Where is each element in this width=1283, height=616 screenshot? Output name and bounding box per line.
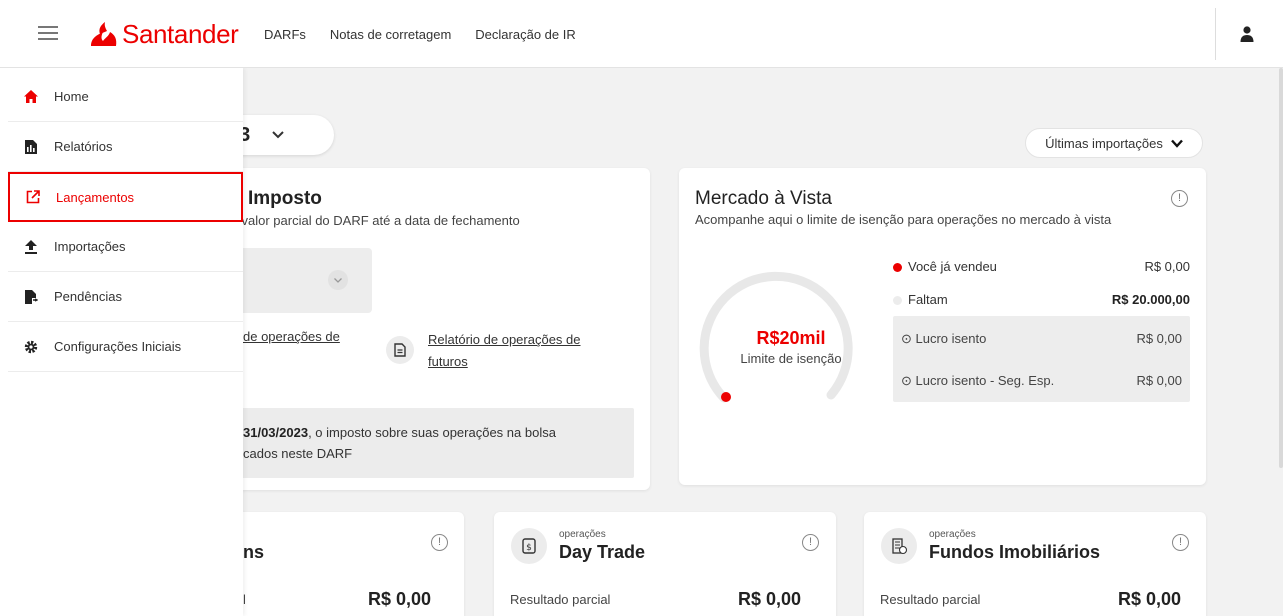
sidebar-item-label: Configurações Iniciais xyxy=(54,339,182,354)
divider xyxy=(1215,8,1216,60)
result-label: Resultado parcial xyxy=(510,592,611,607)
sidebar-item-label: Pendências xyxy=(54,289,122,304)
nav-declaracao-ir[interactable]: Declaração de IR xyxy=(475,27,575,42)
lucro-isento-row: ⊙ Lucro isento R$ 0,00 xyxy=(901,331,1182,347)
tax-notice: 31/03/2023, o imposto sobre suas operaçõ… xyxy=(208,408,634,478)
sold-label: Você já vendeu xyxy=(908,259,997,274)
recent-imports-button[interactable]: Últimas importações xyxy=(1025,128,1203,158)
operations-caption: operações xyxy=(559,529,606,540)
result-value: R$ 0,00 xyxy=(1118,589,1182,609)
lucro-seg-label: Lucro isento - Seg. Esp. xyxy=(915,373,1055,388)
tax-card: Imposto i valor parcial do DARF até a da… xyxy=(208,168,650,490)
chevron-down-icon xyxy=(272,131,284,139)
building-icon xyxy=(881,528,917,564)
sidebar-item-label: Relatórios xyxy=(54,139,113,154)
svg-text:$: $ xyxy=(526,543,532,553)
gear-icon xyxy=(24,340,38,354)
notice-line2: cados neste DARF xyxy=(243,446,353,461)
lucro-seg-row: ⊙ Lucro isento - Seg. Esp. R$ 0,00 xyxy=(901,373,1182,389)
info-icon[interactable]: ! xyxy=(431,534,448,551)
top-bar: Santander DARFs Notas de corretagem Decl… xyxy=(0,0,1283,68)
tax-card-title: Imposto xyxy=(248,188,322,209)
flame-icon xyxy=(91,22,117,46)
operations-card-fundos: operações Fundos Imobiliários ! Resultad… xyxy=(864,512,1206,616)
recent-imports-label: Últimas importações xyxy=(1045,135,1163,151)
operations-report-link[interactable]: de operações de xyxy=(243,329,340,344)
operations-name: Day Trade xyxy=(559,542,646,562)
sold-value: R$ 0,00 xyxy=(1144,259,1190,274)
result-value: R$ 0,00 xyxy=(368,589,432,609)
sidebar-item-label: Lançamentos xyxy=(56,189,135,205)
sidebar-item-label: Importações xyxy=(54,239,126,254)
pending-doc-icon xyxy=(24,289,38,304)
lucro-isento-label: Lucro isento xyxy=(915,331,987,346)
sidebar-item-label: Home xyxy=(54,89,89,104)
info-icon[interactable]: ! xyxy=(802,534,819,551)
remaining-row: Faltam R$ 20.000,00 xyxy=(893,292,1190,307)
operations-name: ns xyxy=(243,542,265,562)
santander-logo[interactable]: Santander xyxy=(88,19,239,49)
result-label: l xyxy=(243,592,246,607)
grey-dot-icon xyxy=(893,296,902,306)
gauge-label: Limite de isenção xyxy=(740,351,842,366)
operations-card-day-trade: $ operações Day Trade ! Resultado parcia… xyxy=(494,512,836,616)
sidebar-item-home[interactable]: Home xyxy=(8,72,243,122)
tax-card-subtitle: i valor parcial do DARF até a data de fe… xyxy=(235,213,520,228)
page-scrollbar[interactable] xyxy=(1279,68,1283,468)
vista-card-title: Mercado à Vista xyxy=(695,188,832,209)
result-label: Resultado parcial xyxy=(880,592,981,607)
upload-icon xyxy=(24,239,38,254)
menu-icon[interactable] xyxy=(38,26,58,42)
sidebar-item-relatorios[interactable]: Relatórios xyxy=(8,122,243,172)
nav-darfs[interactable]: DARFs xyxy=(264,27,306,42)
sidebar-item-pendencias[interactable]: Pendências xyxy=(8,272,243,322)
result-value: R$ 0,00 xyxy=(738,589,802,609)
clock-icon: ⊙ xyxy=(901,331,916,346)
document-icon xyxy=(386,336,414,364)
home-icon xyxy=(24,90,38,104)
futures-link-line2: futuros xyxy=(428,354,468,369)
vista-card-subtitle: Acompanhe aqui o limite de isenção para … xyxy=(695,212,1112,227)
remaining-value: R$ 20.000,00 xyxy=(1111,292,1190,307)
sidebar-item-configuracoes[interactable]: Configurações Iniciais xyxy=(8,322,243,372)
chevron-down-icon xyxy=(1170,139,1183,148)
report-icon xyxy=(24,139,38,154)
sidebar-drawer: Home Relatórios Lançamentos Importações … xyxy=(0,68,243,616)
futures-link-line1: Relatório de operações de xyxy=(428,332,581,347)
red-dot-icon xyxy=(893,263,902,273)
gauge-marker xyxy=(721,392,731,402)
clock-icon: ⊙ xyxy=(901,373,916,388)
operations-card-swing: ns ! l R$ 0,00 xyxy=(208,512,464,616)
notice-date: 31/03/2023 xyxy=(243,425,309,440)
info-icon[interactable]: ! xyxy=(1171,190,1188,207)
sidebar-item-lancamentos[interactable]: Lançamentos xyxy=(8,172,243,222)
money-icon: $ xyxy=(511,528,547,564)
operations-name: Fundos Imobiliários xyxy=(929,542,1101,562)
gauge-value: R$20mil xyxy=(756,328,826,348)
exempt-profit-box: ⊙ Lucro isento R$ 0,00 ⊙ Lucro isento - … xyxy=(893,316,1190,402)
brand-name: Santander xyxy=(122,19,239,49)
nav-notas-corretagem[interactable]: Notas de corretagem xyxy=(330,27,451,42)
lucro-isento-value: R$ 0,00 xyxy=(1136,331,1182,346)
sold-row: Você já vendeu R$ 0,00 xyxy=(893,259,1190,274)
lucro-seg-value: R$ 0,00 xyxy=(1136,373,1182,388)
external-link-icon xyxy=(26,190,40,204)
operations-caption: operações xyxy=(929,529,976,540)
chevron-down-icon xyxy=(328,270,348,290)
mercado-vista-card: Mercado à Vista Acompanhe aqui o limite … xyxy=(679,168,1206,485)
top-nav: DARFs Notas de corretagem Declaração de … xyxy=(264,27,576,42)
info-icon[interactable]: ! xyxy=(1172,534,1189,551)
notice-text: , o imposto sobre suas operações na bols… xyxy=(308,425,556,440)
futures-report-link[interactable]: Relatório de operações de futuros xyxy=(428,329,628,373)
user-icon[interactable] xyxy=(1240,26,1254,42)
sidebar-item-importacoes[interactable]: Importações xyxy=(8,222,243,272)
remaining-label: Faltam xyxy=(908,292,948,307)
